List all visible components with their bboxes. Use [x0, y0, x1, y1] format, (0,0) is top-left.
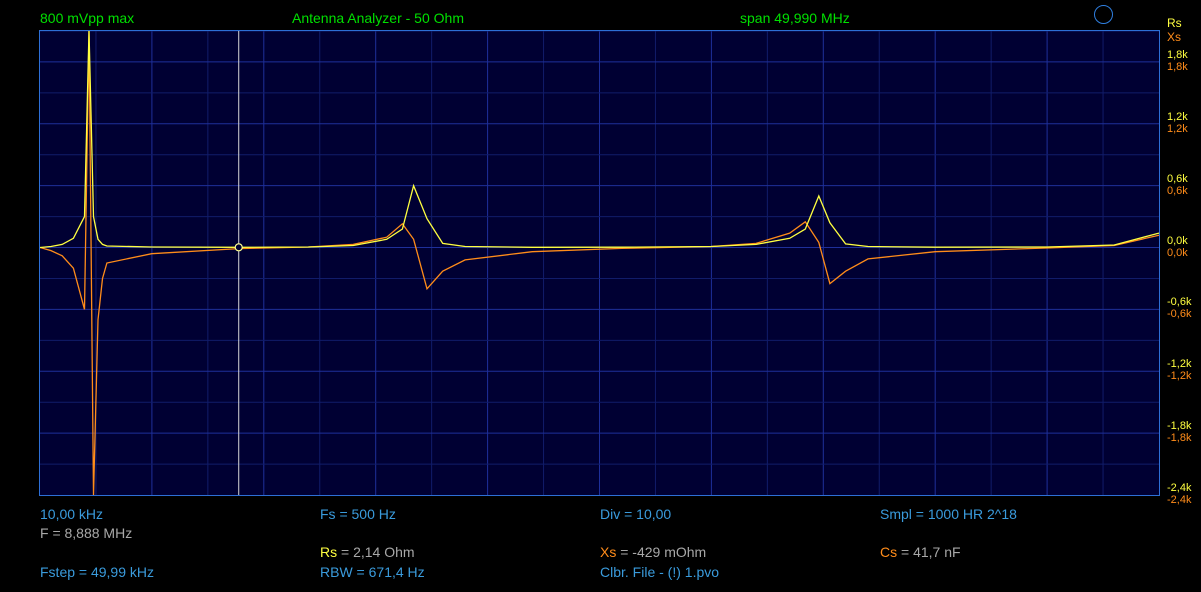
rbw-value: RBW = 671,4 Hz [320, 564, 425, 580]
xs-tick-label: -1,2k [1167, 370, 1192, 383]
rs-readout-name: Rs [320, 544, 338, 560]
rs-readout-value: = 2,14 Ohm [337, 544, 415, 560]
xs-tick-label: -1,8k [1167, 432, 1192, 445]
rs-tick-label: -1,8k [1167, 420, 1192, 433]
rs-tick-label: -1,2k [1167, 358, 1192, 371]
rs-tick-label: 0,6k [1167, 172, 1188, 185]
cursor-marker [234, 243, 243, 252]
xs-tick-label: 0,6k [1167, 184, 1188, 197]
xs-tick-label: 1,2k [1167, 122, 1188, 135]
calibration-file[interactable]: Clbr. File - (!) 1.pvo [600, 564, 719, 580]
xs-readout-value: = -429 mOhm [616, 544, 707, 560]
xs-tick-label: 1,8k [1167, 60, 1188, 73]
rs-tick-label: -2,4k [1167, 482, 1192, 494]
xs-tick-label: -0,6k [1167, 308, 1192, 321]
xs-readout-name: Xs [600, 544, 617, 560]
rs-axis-label: Rs [1167, 16, 1182, 30]
mode-title: Antenna Analyzer - 50 Ohm [292, 10, 464, 26]
rs-tick-label: 1,2k [1167, 110, 1188, 123]
fstep-value: Fstep = 49,99 kHz [40, 564, 155, 580]
cs-readout: Cs = 41,7 nF [880, 544, 961, 560]
cs-readout-value: = 41,7 nF [897, 544, 961, 560]
fs-value: Fs = 500 Hz [320, 506, 396, 522]
xs-tick-label: -2,4k [1167, 494, 1192, 506]
div-value: Div = 10,00 [600, 506, 672, 522]
xs-readout: Xs = -429 mOhm [600, 544, 706, 560]
xs-axis-label: Xs [1167, 30, 1182, 44]
smpl-value: Smpl = 1000 HR 2^18 [880, 506, 1017, 522]
rs-tick-label: 0,0k [1167, 234, 1188, 247]
rs-tick-label: -0,6k [1167, 296, 1192, 309]
plot-area[interactable] [39, 30, 1160, 496]
rs-tick-label: 1,8k [1167, 48, 1188, 61]
cursor-frequency: F = 8,888 MHz [40, 525, 133, 541]
vpp-label: 800 mVpp max [40, 10, 135, 26]
impedance-chart [40, 31, 1159, 495]
rs-readout: Rs = 2,14 Ohm [320, 544, 415, 560]
start-frequency: 10,00 kHz [40, 506, 104, 522]
status-circle-button[interactable] [1094, 5, 1113, 24]
cs-readout-name: Cs [880, 544, 898, 560]
xs-tick-label: 0,0k [1167, 246, 1188, 259]
span-label: span 49,990 MHz [740, 10, 850, 26]
